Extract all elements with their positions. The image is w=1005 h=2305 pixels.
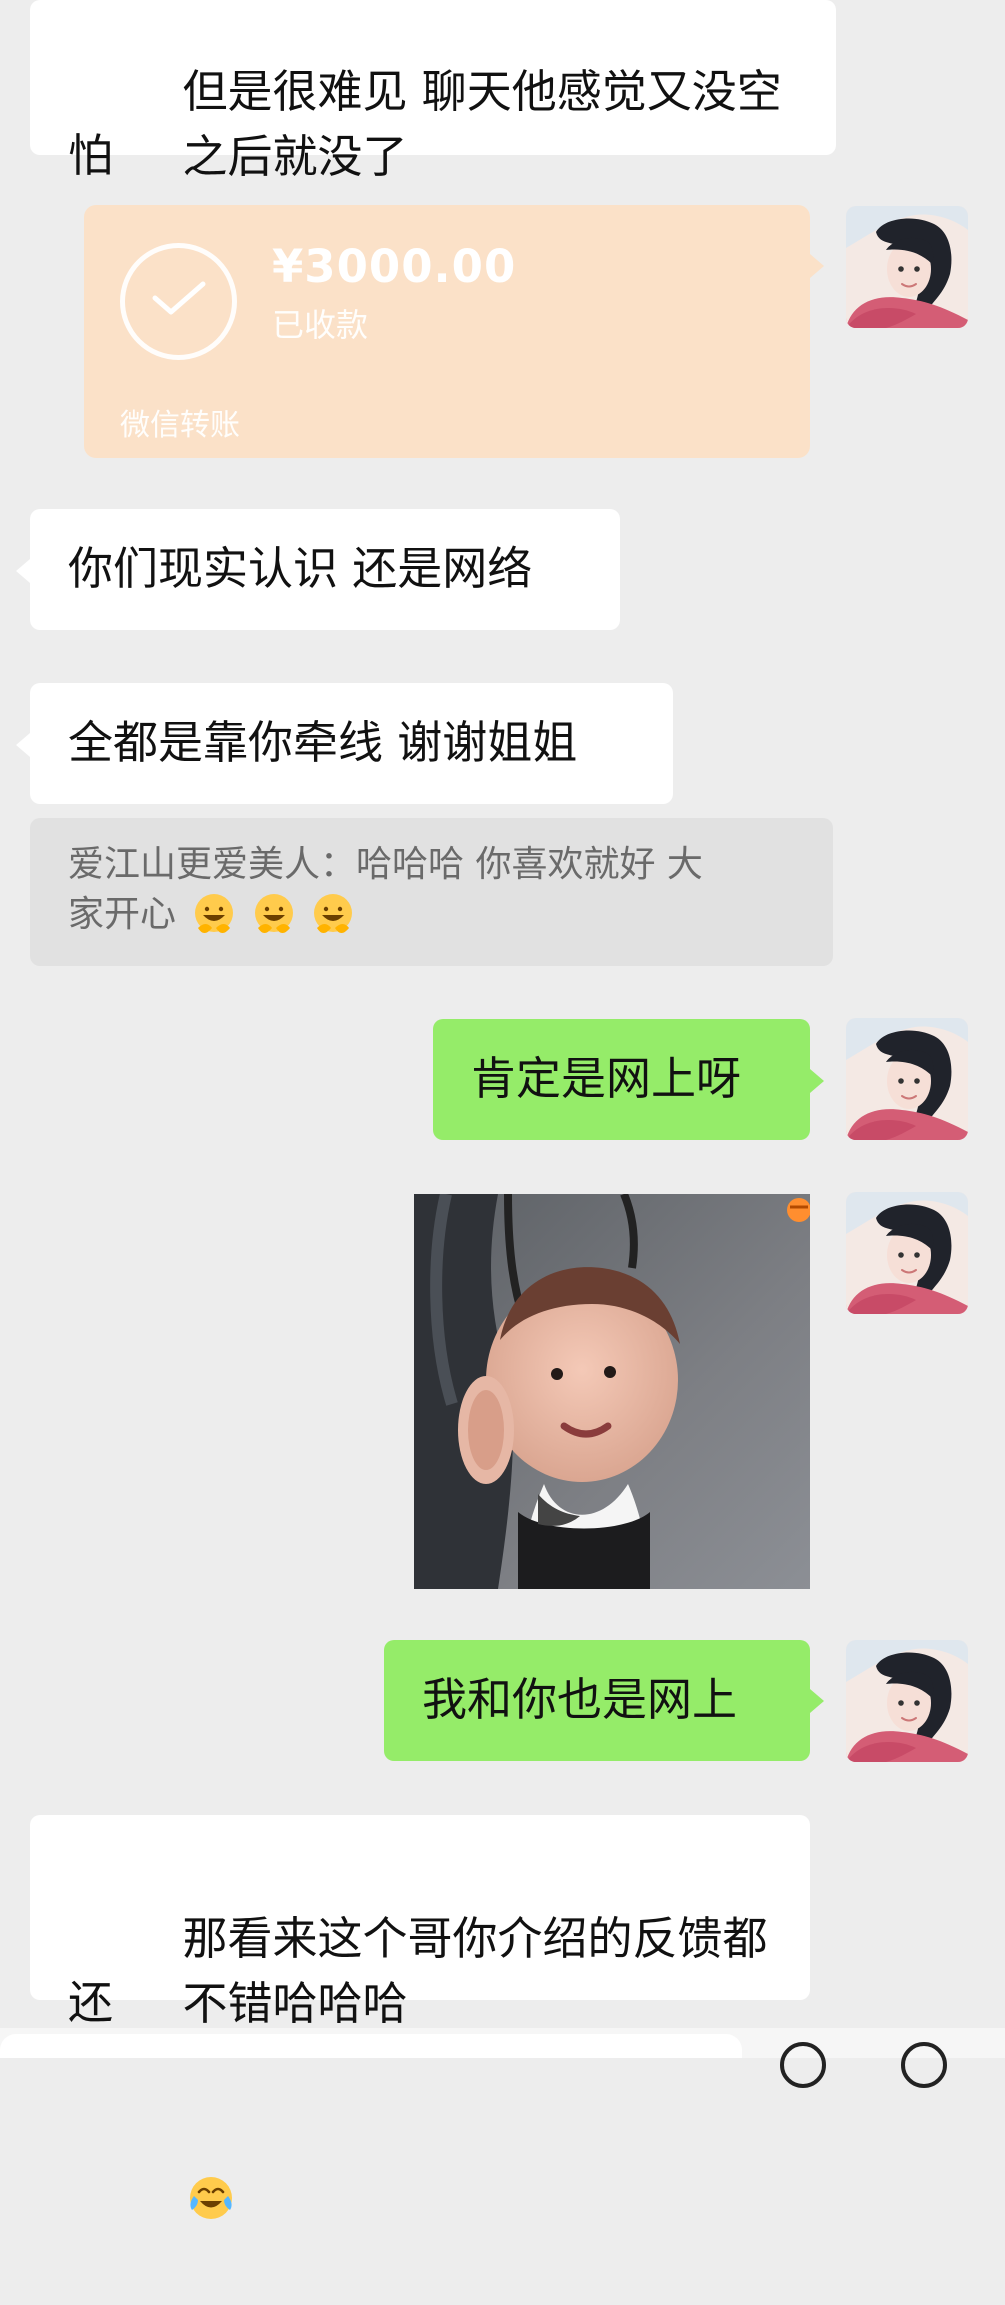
message-line-2: 不错哈哈哈 — [182, 1977, 408, 2030]
message-bubble[interactable]: 那看来这个哥你介绍的反馈都还 不错哈哈哈 — [30, 1815, 810, 2219]
more-button[interactable] — [901, 2042, 947, 2088]
chat-view: 但是很难见 聊天他感觉又没空 怕 之后就没了 ¥3000.00 已收款 微信转账… — [0, 0, 1005, 2219]
input-field[interactable] — [0, 2034, 742, 2058]
incoming-message-4: 那看来这个哥你介绍的反馈都还 不错哈哈哈 — [0, 0, 1005, 2219]
emoji-button[interactable] — [780, 2042, 826, 2088]
